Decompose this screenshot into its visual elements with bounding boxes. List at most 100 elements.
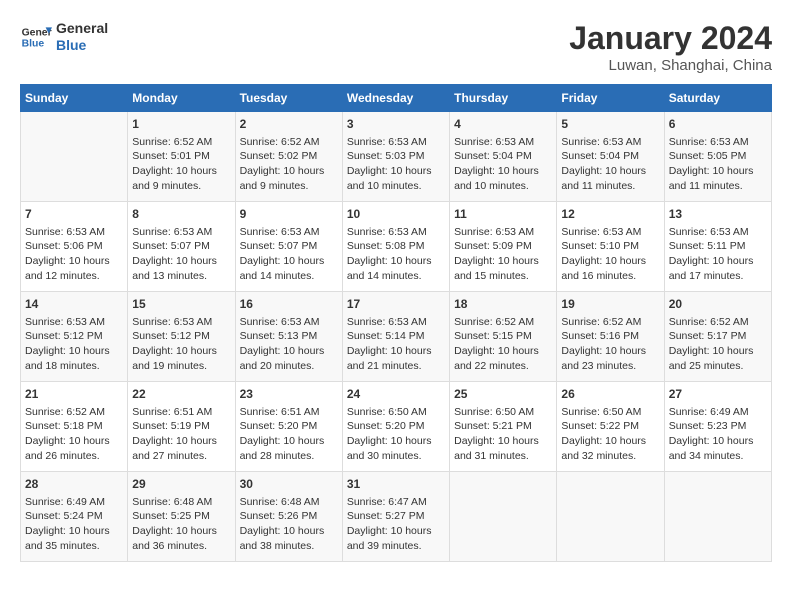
day-info: Sunrise: 6:53 AMSunset: 5:04 PMDaylight:… bbox=[561, 135, 659, 194]
day-info: Sunrise: 6:53 AMSunset: 5:12 PMDaylight:… bbox=[132, 315, 230, 374]
day-number: 15 bbox=[132, 296, 230, 313]
day-cell: 26Sunrise: 6:50 AMSunset: 5:22 PMDayligh… bbox=[557, 382, 664, 472]
day-number: 14 bbox=[25, 296, 123, 313]
month-title: January 2024 bbox=[569, 20, 772, 57]
day-cell: 9 Sunrise: 6:53 AMSunset: 5:07 PMDaylight… bbox=[235, 202, 342, 292]
week-row-4: 21 Sunrise: 6:52 AMSunset: 5:18 PMDayligh… bbox=[21, 382, 772, 472]
day-info: Sunrise: 6:53 AMSunset: 5:11 PMDaylight:… bbox=[669, 225, 767, 284]
day-number: 2 bbox=[240, 116, 338, 133]
day-info: Sunrise: 6:53 AMSunset: 5:13 PMDaylight:… bbox=[240, 315, 338, 374]
day-info: Sunrise: 6:53 AMSunset: 5:07 PMDaylight:… bbox=[240, 225, 338, 284]
day-cell: 28 Sunrise: 6:49 AMSunset: 5:24 PMDayligh… bbox=[21, 472, 128, 562]
day-info: Sunrise: 6:52 AMSunset: 5:01 PMDaylight:… bbox=[132, 135, 230, 194]
day-info: Sunrise: 6:53 AMSunset: 5:04 PMDaylight:… bbox=[454, 135, 552, 194]
day-cell: 6Sunrise: 6:53 AMSunset: 5:05 PMDaylight… bbox=[664, 112, 771, 202]
day-number: 4 bbox=[454, 116, 552, 133]
day-number: 22 bbox=[132, 386, 230, 403]
day-number: 23 bbox=[240, 386, 338, 403]
day-number: 21 bbox=[25, 386, 123, 403]
day-cell: 13 Sunrise: 6:53 AMSunset: 5:11 PMDayligh… bbox=[664, 202, 771, 292]
day-info: Sunrise: 6:51 AMSunset: 5:20 PMDaylight:… bbox=[240, 405, 338, 464]
header-cell-tuesday: Tuesday bbox=[235, 85, 342, 112]
day-cell: 30 Sunrise: 6:48 AMSunset: 5:26 PMDayligh… bbox=[235, 472, 342, 562]
day-cell: 16 Sunrise: 6:53 AMSunset: 5:13 PMDayligh… bbox=[235, 292, 342, 382]
day-cell: 24 Sunrise: 6:50 AMSunset: 5:20 PMDayligh… bbox=[342, 382, 449, 472]
day-cell bbox=[450, 472, 557, 562]
header-cell-wednesday: Wednesday bbox=[342, 85, 449, 112]
day-cell: 21 Sunrise: 6:52 AMSunset: 5:18 PMDayligh… bbox=[21, 382, 128, 472]
day-cell: 11Sunrise: 6:53 AMSunset: 5:09 PMDayligh… bbox=[450, 202, 557, 292]
week-row-1: 1 Sunrise: 6:52 AMSunset: 5:01 PMDaylight… bbox=[21, 112, 772, 202]
day-info: Sunrise: 6:48 AMSunset: 5:26 PMDaylight:… bbox=[240, 495, 338, 554]
day-cell: 10Sunrise: 6:53 AMSunset: 5:08 PMDayligh… bbox=[342, 202, 449, 292]
day-info: Sunrise: 6:49 AMSunset: 5:24 PMDaylight:… bbox=[25, 495, 123, 554]
day-cell: 20 Sunrise: 6:52 AMSunset: 5:17 PMDayligh… bbox=[664, 292, 771, 382]
day-cell: 15 Sunrise: 6:53 AMSunset: 5:12 PMDayligh… bbox=[128, 292, 235, 382]
day-number: 16 bbox=[240, 296, 338, 313]
day-cell: 12Sunrise: 6:53 AMSunset: 5:10 PMDayligh… bbox=[557, 202, 664, 292]
day-number: 1 bbox=[132, 116, 230, 133]
location: Luwan, Shanghai, China bbox=[569, 57, 772, 74]
week-row-3: 14 Sunrise: 6:53 AMSunset: 5:12 PMDayligh… bbox=[21, 292, 772, 382]
day-info: Sunrise: 6:50 AMSunset: 5:21 PMDaylight:… bbox=[454, 405, 552, 464]
day-number: 28 bbox=[25, 476, 123, 493]
day-info: Sunrise: 6:48 AMSunset: 5:25 PMDaylight:… bbox=[132, 495, 230, 554]
day-cell: 19 Sunrise: 6:52 AMSunset: 5:16 PMDayligh… bbox=[557, 292, 664, 382]
day-info: Sunrise: 6:51 AMSunset: 5:19 PMDaylight:… bbox=[132, 405, 230, 464]
day-cell: 17Sunrise: 6:53 AMSunset: 5:14 PMDayligh… bbox=[342, 292, 449, 382]
day-cell: 2Sunrise: 6:52 AMSunset: 5:02 PMDaylight… bbox=[235, 112, 342, 202]
day-cell bbox=[21, 112, 128, 202]
day-info: Sunrise: 6:53 AMSunset: 5:08 PMDaylight:… bbox=[347, 225, 445, 284]
day-number: 31 bbox=[347, 476, 445, 493]
day-number: 29 bbox=[132, 476, 230, 493]
day-number: 20 bbox=[669, 296, 767, 313]
day-cell bbox=[557, 472, 664, 562]
day-number: 25 bbox=[454, 386, 552, 403]
day-cell: 5Sunrise: 6:53 AMSunset: 5:04 PMDaylight… bbox=[557, 112, 664, 202]
calendar-body: 1 Sunrise: 6:52 AMSunset: 5:01 PMDaylight… bbox=[21, 112, 772, 562]
day-number: 19 bbox=[561, 296, 659, 313]
day-cell: 8 Sunrise: 6:53 AMSunset: 5:07 PMDaylight… bbox=[128, 202, 235, 292]
day-number: 30 bbox=[240, 476, 338, 493]
day-info: Sunrise: 6:52 AMSunset: 5:16 PMDaylight:… bbox=[561, 315, 659, 374]
page-header: General Blue General Blue January 2024 L… bbox=[20, 20, 772, 74]
day-cell: 22 Sunrise: 6:51 AMSunset: 5:19 PMDayligh… bbox=[128, 382, 235, 472]
header-cell-saturday: Saturday bbox=[664, 85, 771, 112]
day-info: Sunrise: 6:53 AMSunset: 5:03 PMDaylight:… bbox=[347, 135, 445, 194]
day-info: Sunrise: 6:50 AMSunset: 5:22 PMDaylight:… bbox=[561, 405, 659, 464]
day-number: 8 bbox=[132, 206, 230, 223]
day-info: Sunrise: 6:52 AMSunset: 5:15 PMDaylight:… bbox=[454, 315, 552, 374]
day-cell: 31 Sunrise: 6:47 AMSunset: 5:27 PMDayligh… bbox=[342, 472, 449, 562]
header-row: SundayMondayTuesdayWednesdayThursdayFrid… bbox=[21, 85, 772, 112]
header-cell-monday: Monday bbox=[128, 85, 235, 112]
day-number: 13 bbox=[669, 206, 767, 223]
logo: General Blue General Blue bbox=[20, 20, 108, 54]
header-cell-friday: Friday bbox=[557, 85, 664, 112]
day-number: 11 bbox=[454, 206, 552, 223]
day-info: Sunrise: 6:52 AMSunset: 5:17 PMDaylight:… bbox=[669, 315, 767, 374]
day-info: Sunrise: 6:47 AMSunset: 5:27 PMDaylight:… bbox=[347, 495, 445, 554]
day-info: Sunrise: 6:53 AMSunset: 5:12 PMDaylight:… bbox=[25, 315, 123, 374]
day-info: Sunrise: 6:52 AMSunset: 5:18 PMDaylight:… bbox=[25, 405, 123, 464]
day-number: 7 bbox=[25, 206, 123, 223]
day-number: 18 bbox=[454, 296, 552, 313]
header-cell-sunday: Sunday bbox=[21, 85, 128, 112]
day-cell: 25 Sunrise: 6:50 AMSunset: 5:21 PMDayligh… bbox=[450, 382, 557, 472]
week-row-2: 7Sunrise: 6:53 AMSunset: 5:06 PMDaylight… bbox=[21, 202, 772, 292]
day-number: 27 bbox=[669, 386, 767, 403]
day-number: 17 bbox=[347, 296, 445, 313]
day-cell: 7Sunrise: 6:53 AMSunset: 5:06 PMDaylight… bbox=[21, 202, 128, 292]
calendar-header: SundayMondayTuesdayWednesdayThursdayFrid… bbox=[21, 85, 772, 112]
day-number: 3 bbox=[347, 116, 445, 133]
day-cell: 4 Sunrise: 6:53 AMSunset: 5:04 PMDaylight… bbox=[450, 112, 557, 202]
day-info: Sunrise: 6:53 AMSunset: 5:07 PMDaylight:… bbox=[132, 225, 230, 284]
day-cell: 3 Sunrise: 6:53 AMSunset: 5:03 PMDaylight… bbox=[342, 112, 449, 202]
day-number: 6 bbox=[669, 116, 767, 133]
day-number: 9 bbox=[240, 206, 338, 223]
logo-icon: General Blue bbox=[20, 21, 52, 53]
day-number: 24 bbox=[347, 386, 445, 403]
day-info: Sunrise: 6:50 AMSunset: 5:20 PMDaylight:… bbox=[347, 405, 445, 464]
day-cell: 23 Sunrise: 6:51 AMSunset: 5:20 PMDayligh… bbox=[235, 382, 342, 472]
day-info: Sunrise: 6:49 AMSunset: 5:23 PMDaylight:… bbox=[669, 405, 767, 464]
day-cell bbox=[664, 472, 771, 562]
